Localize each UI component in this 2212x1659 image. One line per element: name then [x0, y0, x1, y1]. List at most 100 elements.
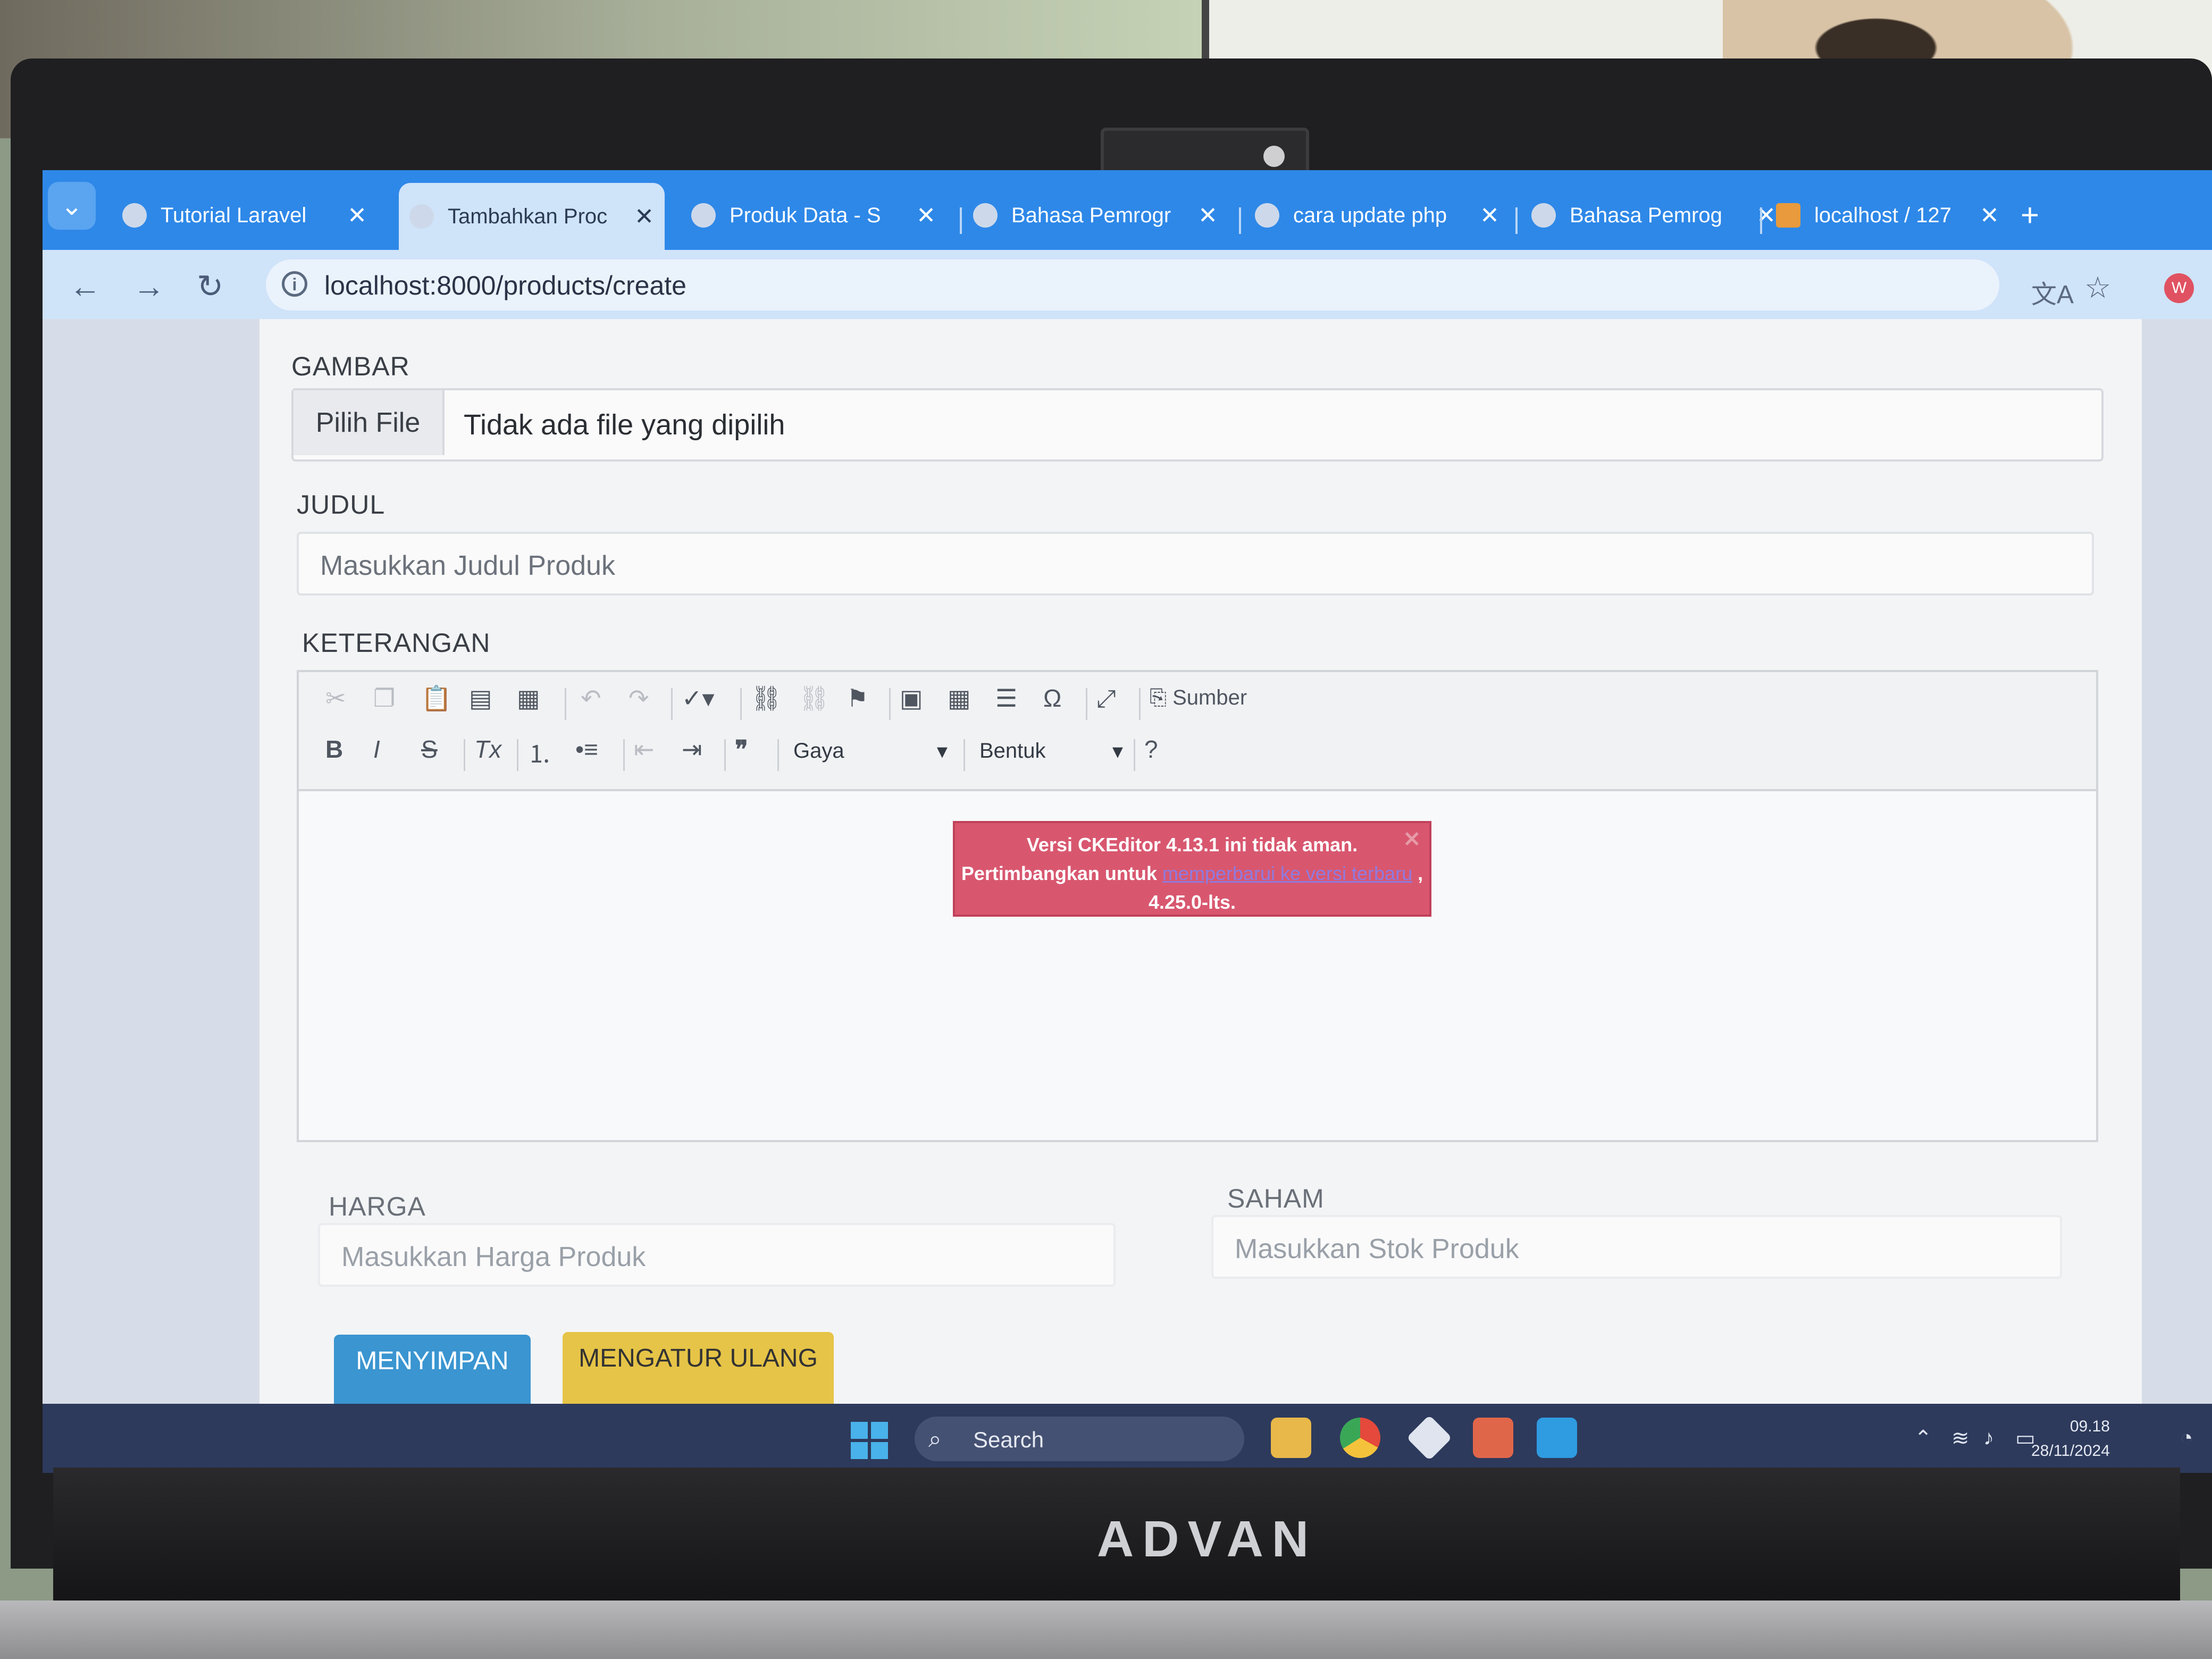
- github-icon: [122, 203, 147, 228]
- tab-bahasa-pemrograman[interactable]: Bahasa Pemrogr ✕: [962, 186, 1228, 245]
- notification-bell-icon[interactable]: ◔: [2180, 1426, 2193, 1450]
- reload-icon[interactable]: ↻: [197, 268, 223, 305]
- xampp-icon[interactable]: [1473, 1418, 1513, 1458]
- clock-date: 28/11/2024: [2031, 1442, 2110, 1460]
- spellcheck-icon[interactable]: ✓▾: [682, 684, 715, 713]
- tray-overflow-chevron-icon[interactable]: ⌃: [1914, 1426, 1932, 1451]
- forward-arrow-icon[interactable]: →: [133, 268, 165, 305]
- bulleted-list-icon[interactable]: •≡: [575, 735, 598, 764]
- format-dropdown[interactable]: Bentuk ▾: [979, 739, 1128, 763]
- tab-close-icon[interactable]: ✕: [1480, 202, 1499, 229]
- paste-text-icon[interactable]: ▤: [469, 684, 492, 713]
- tab-separator: [960, 207, 962, 234]
- tab-separator: [1239, 207, 1241, 234]
- anchor-flag-icon[interactable]: ⚑: [847, 684, 868, 713]
- toolbar-separator: [1134, 739, 1135, 771]
- bold-icon[interactable]: B: [325, 735, 343, 764]
- vscode-icon[interactable]: [1537, 1418, 1577, 1458]
- copy-icon[interactable]: ❐: [373, 684, 395, 713]
- toolbar-separator: [1086, 688, 1087, 720]
- link-icon[interactable]: ⛓: [751, 684, 782, 713]
- maximize-icon[interactable]: ⤢: [1096, 684, 1116, 714]
- tab-produk-data[interactable]: Produk Data - S ✕: [681, 186, 946, 245]
- toolbar-separator: [740, 688, 742, 720]
- save-button[interactable]: MENYIMPAN: [334, 1335, 531, 1404]
- toolbar-separator: [565, 688, 566, 720]
- numbered-list-icon[interactable]: ⒈: [527, 735, 552, 770]
- tab-localhost-phpmyadmin[interactable]: localhost / 127 ✕: [1765, 186, 2010, 245]
- chrome-icon[interactable]: [1340, 1418, 1380, 1458]
- tab-close-icon[interactable]: ✕: [916, 202, 936, 229]
- windows-start-icon[interactable]: [851, 1422, 888, 1459]
- profile-avatar-icon[interactable]: W: [2164, 273, 2194, 303]
- paste-icon[interactable]: 📋: [421, 684, 451, 713]
- tab-bahasa-pemrograman-2[interactable]: Bahasa Pemrog ✕: [1521, 186, 1787, 245]
- italic-icon[interactable]: I: [373, 735, 380, 764]
- new-tab-button[interactable]: +: [2021, 197, 2039, 233]
- help-icon[interactable]: ?: [1144, 735, 1158, 764]
- translate-icon[interactable]: 文A: [2031, 273, 2074, 311]
- tab-tutorial-laravel[interactable]: Tutorial Laravel ✕: [112, 186, 378, 245]
- taskbar-search[interactable]: ⌕ Search: [915, 1417, 1244, 1461]
- horizontal-line-icon[interactable]: ☰: [995, 684, 1017, 713]
- file-explorer-icon[interactable]: [1271, 1418, 1311, 1458]
- tab-separator: [1760, 207, 1762, 234]
- tab-close-icon[interactable]: ✕: [347, 202, 367, 229]
- url-text[interactable]: localhost:8000/products/create: [324, 270, 686, 301]
- dropdown-arrow-icon: ▾: [936, 740, 948, 763]
- tab-search-menu-button[interactable]: ⌄: [48, 182, 96, 230]
- stock-input[interactable]: Masukkan Stok Produk: [1211, 1215, 2062, 1279]
- site-info-icon[interactable]: i: [282, 271, 307, 297]
- outdent-icon[interactable]: ⇤: [634, 735, 655, 764]
- volume-icon[interactable]: ♪: [1983, 1426, 1994, 1450]
- tab-close-icon[interactable]: ✕: [634, 203, 654, 230]
- laptop-brand-logo: ADVAN: [1096, 1511, 1318, 1568]
- toolbar-separator: [1139, 688, 1141, 720]
- toolbar-separator: [517, 739, 518, 771]
- phpmyadmin-icon: [1776, 203, 1800, 228]
- table-icon[interactable]: ▦: [948, 684, 970, 713]
- blockquote-icon[interactable]: ❞: [735, 735, 748, 764]
- toolbar-separator: [963, 739, 965, 771]
- file-status-text: Tidak ada file yang dipilih: [464, 409, 785, 441]
- source-label: Sumber: [1172, 686, 1247, 709]
- style-dropdown[interactable]: Gaya ▾: [793, 739, 953, 763]
- ckeditor[interactable]: ✂ ❐ 📋 ▤ ▦ ↶ ↷ ✓▾ ⛓ ⛓ ⚑ ▣ ▦ ☰ Ω ⤢ ⎘ Sumbe…: [297, 670, 2098, 1142]
- dropdown-arrow-icon: ▾: [1112, 740, 1123, 763]
- remove-format-icon[interactable]: Tx: [474, 735, 501, 764]
- image-file-input[interactable]: Pilih File Tidak ada file yang dipilih: [291, 388, 2104, 462]
- toolbar-separator: [671, 688, 673, 720]
- title-input[interactable]: Masukkan Judul Produk: [297, 532, 2094, 596]
- price-input[interactable]: Masukkan Harga Produk: [318, 1223, 1116, 1287]
- tab-close-icon[interactable]: ✕: [1980, 202, 1999, 229]
- tab-close-icon[interactable]: ✕: [1198, 202, 1218, 229]
- strikethrough-icon[interactable]: S: [421, 735, 438, 764]
- undo-icon[interactable]: ↶: [581, 684, 601, 713]
- unlink-icon[interactable]: ⛓: [799, 684, 830, 713]
- product-form-card: GAMBAR Pilih File Tidak ada file yang di…: [259, 319, 2142, 1404]
- laptop-screen: ⌄ Tutorial Laravel ✕ Tambahkan Proc ✕ Pr…: [43, 170, 2212, 1473]
- notice-close-icon[interactable]: ✕: [1403, 825, 1421, 854]
- reset-button[interactable]: MENGATUR ULANG: [563, 1332, 834, 1404]
- bookmark-star-icon[interactable]: ☆: [2084, 270, 2111, 305]
- address-bar[interactable]: i localhost:8000/products/create: [266, 259, 1999, 311]
- taskbar-clock[interactable]: 09.18 28/11/2024: [2031, 1414, 2110, 1463]
- image-icon[interactable]: ▣: [900, 684, 923, 713]
- source-button[interactable]: ⎘ Sumber: [1150, 686, 1247, 710]
- clock-time: 09.18: [2069, 1418, 2110, 1435]
- redo-icon[interactable]: ↷: [629, 684, 649, 713]
- cut-icon[interactable]: ✂: [325, 684, 346, 713]
- back-arrow-icon[interactable]: ←: [69, 268, 101, 305]
- paste-word-icon[interactable]: ▦: [517, 684, 540, 713]
- windows-taskbar: ⌕ Search ⌃ ≋ ♪ ▭ 09.18 28/11/2024 ◔: [43, 1404, 2212, 1473]
- git-icon[interactable]: [1406, 1415, 1452, 1461]
- laptop-base: [0, 1601, 2212, 1659]
- tab-tambahkan-produk[interactable]: Tambahkan Proc ✕: [399, 183, 665, 250]
- special-char-icon[interactable]: Ω: [1043, 684, 1061, 713]
- notice-update-link[interactable]: memperbarui ke versi terbaru: [1162, 862, 1412, 884]
- tab-cara-update-php[interactable]: cara update php ✕: [1244, 186, 1510, 245]
- wifi-icon[interactable]: ≋: [1951, 1426, 1970, 1451]
- search-icon: ⌕: [928, 1426, 942, 1452]
- choose-file-button[interactable]: Pilih File: [294, 390, 445, 455]
- indent-icon[interactable]: ⇥: [682, 735, 702, 764]
